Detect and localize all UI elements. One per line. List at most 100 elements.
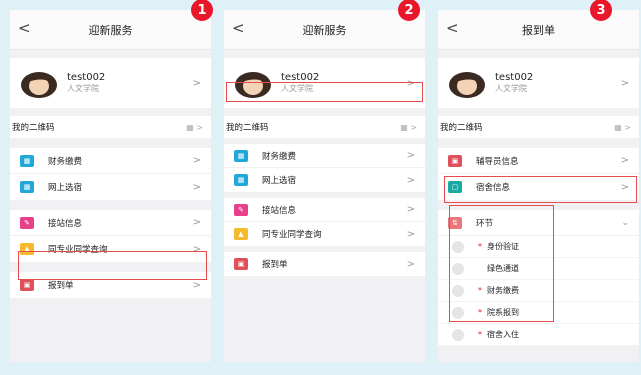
stage-item: * 财务缴费 xyxy=(438,280,639,302)
back-arrow-icon[interactable]: < xyxy=(18,20,31,36)
grid-icon: ▦ xyxy=(20,154,34,167)
menu-item-report-form[interactable]: ▣ 报到单 > xyxy=(10,272,211,298)
chevron-right-icon: > xyxy=(620,155,629,166)
status-dot-icon xyxy=(452,240,464,253)
chevron-right-icon: > xyxy=(192,279,201,291)
status-dot-icon xyxy=(452,284,464,297)
chevron-right-icon: > xyxy=(192,243,201,255)
profile-card[interactable]: test002 人文学院 > xyxy=(438,58,639,108)
id-card-icon: ▣ xyxy=(234,258,248,270)
service-group-2: ✎ 接站信息 > ▲ 同专业同学查询 > xyxy=(224,198,425,246)
menu-item-label: 网上选宿 xyxy=(48,183,83,193)
chevron-right-icon: > xyxy=(406,228,415,240)
required-mark: * xyxy=(478,286,482,295)
user-name: test002 xyxy=(495,72,534,83)
chevron-right-icon: > xyxy=(406,174,415,186)
stage-section-header[interactable]: ⇅ 环节 ⌄ xyxy=(438,210,639,236)
qrcode-label: 我的二维码 xyxy=(12,123,55,133)
user-name: test002 xyxy=(281,72,320,83)
page-title: 迎新服务 xyxy=(88,23,133,37)
stage-label: 身份验证 xyxy=(487,242,519,251)
page-title: 报到单 xyxy=(522,23,555,37)
stage-item: * 宿舍入住 xyxy=(438,324,639,346)
my-qrcode-row[interactable]: 我的二维码 ▦ > xyxy=(438,116,639,138)
dorm-icon: ▢ xyxy=(448,181,462,193)
stage-label: 财务缴费 xyxy=(487,286,519,295)
page-title: 迎新服务 xyxy=(302,23,347,37)
chevron-right-icon: > xyxy=(620,181,629,193)
profile-info: test002 人文学院 xyxy=(281,72,319,94)
service-group-1: ▦ 财务缴费 > ▦ 网上选宿 > xyxy=(10,148,211,200)
chevron-right-icon: > xyxy=(192,181,201,193)
qrcode-icon: ▦ > xyxy=(400,122,417,132)
menu-item-label: 接站信息 xyxy=(262,205,297,216)
menu-item-dorm-info[interactable]: ▢ 宿舍信息 > xyxy=(438,174,639,200)
stage-group: ⇅ 环节 ⌄ * 身份验证 绿色通道 * 财务缴费 * 院系报到 * 宿舍入住 xyxy=(438,210,639,346)
service-group-1: ▦ 财务缴费 > ▦ 网上选宿 > xyxy=(224,144,425,192)
menu-item-finance[interactable]: ▦ 财务缴费 > xyxy=(10,148,211,174)
menu-item-dorm-select[interactable]: ▦ 网上选宿 > xyxy=(10,174,211,200)
menu-item-classmates[interactable]: ▲ 同专业同学查询 > xyxy=(224,222,425,246)
qrcode-label: 我的二维码 xyxy=(226,123,269,133)
menu-item-pickup[interactable]: ✎ 接站信息 > xyxy=(10,210,211,236)
profile-card[interactable]: test002 人文学院 > xyxy=(224,58,425,108)
profile-info: test002 人文学院 xyxy=(67,72,105,94)
step-badge-2: 2 xyxy=(398,0,420,21)
menu-item-dorm-select[interactable]: ▦ 网上选宿 > xyxy=(224,168,425,192)
profile-info: test002 人文学院 xyxy=(495,72,533,94)
chevron-right-icon: > xyxy=(406,77,415,89)
required-mark: * xyxy=(478,330,482,339)
stage-label: 院系报到 xyxy=(487,308,519,317)
stage-item: * 身份验证 xyxy=(438,236,639,258)
nav-header: < 迎新服务 xyxy=(10,10,211,50)
my-qrcode-row[interactable]: 我的二维码 ▦ > xyxy=(224,116,425,138)
chevron-right-icon: > xyxy=(620,77,629,89)
chevron-right-icon: > xyxy=(192,77,201,89)
chevron-right-icon: > xyxy=(192,217,201,228)
profile-card[interactable]: test002 人文学院 > xyxy=(10,58,211,108)
stage-item: * 院系报到 xyxy=(438,302,639,324)
service-group-2: ✎ 接站信息 > ▲ 同专业同学查询 > xyxy=(10,210,211,262)
menu-item-label: 财务缴费 xyxy=(262,151,297,162)
nav-header: < 迎新服务 xyxy=(224,10,425,50)
qrcode-icon: ▦ > xyxy=(186,122,203,132)
status-dot-icon xyxy=(452,306,464,319)
grid-icon: ▦ xyxy=(234,149,248,162)
my-qrcode-row[interactable]: 我的二维码 ▦ > xyxy=(10,116,211,138)
pencil-icon: ✎ xyxy=(20,216,34,229)
back-arrow-icon[interactable]: < xyxy=(232,20,245,36)
avatar xyxy=(449,72,485,98)
service-group-3: ▣ 报到单 > xyxy=(10,272,211,298)
id-card-icon: ▣ xyxy=(20,279,34,291)
user-dept: 人文学院 xyxy=(67,84,99,93)
graduation-cap-icon: ▲ xyxy=(234,228,248,240)
menu-item-label: 财务缴费 xyxy=(48,156,83,167)
chevron-right-icon: > xyxy=(406,258,415,270)
stage-label: 绿色通道 xyxy=(487,264,519,273)
chevron-right-icon: > xyxy=(406,204,415,215)
chevron-right-icon: > xyxy=(406,150,415,161)
menu-item-classmates[interactable]: ▲ 同专业同学查询 > xyxy=(10,236,211,262)
avatar xyxy=(21,72,57,98)
qrcode-label: 我的二维码 xyxy=(440,123,483,133)
status-dot-icon xyxy=(452,328,464,341)
step-badge-3: 3 xyxy=(590,0,612,21)
pencil-icon: ✎ xyxy=(234,203,248,216)
back-arrow-icon[interactable]: < xyxy=(446,20,459,36)
required-mark: * xyxy=(478,308,482,317)
menu-item-pickup[interactable]: ✎ 接站信息 > xyxy=(224,198,425,222)
menu-item-label: 辅导员信息 xyxy=(476,156,519,167)
step-badge-1: 1 xyxy=(191,0,213,21)
menu-item-label: 网上选宿 xyxy=(262,176,297,186)
user-name: test002 xyxy=(67,72,106,83)
menu-item-label: 报到单 xyxy=(262,260,288,270)
menu-item-report-form[interactable]: ▣ 报到单 > xyxy=(224,252,425,276)
status-dot-icon xyxy=(452,262,464,275)
chevron-right-icon: > xyxy=(192,155,201,166)
menu-item-counselor-info[interactable]: ▣ 辅导员信息 > xyxy=(438,148,639,174)
menu-item-label: 宿舍信息 xyxy=(476,183,511,193)
menu-item-label: 同专业同学查询 xyxy=(48,245,108,255)
menu-item-label: 同专业同学查询 xyxy=(262,230,322,240)
grid-icon: ▦ xyxy=(20,181,34,193)
menu-item-finance[interactable]: ▦ 财务缴费 > xyxy=(224,144,425,168)
